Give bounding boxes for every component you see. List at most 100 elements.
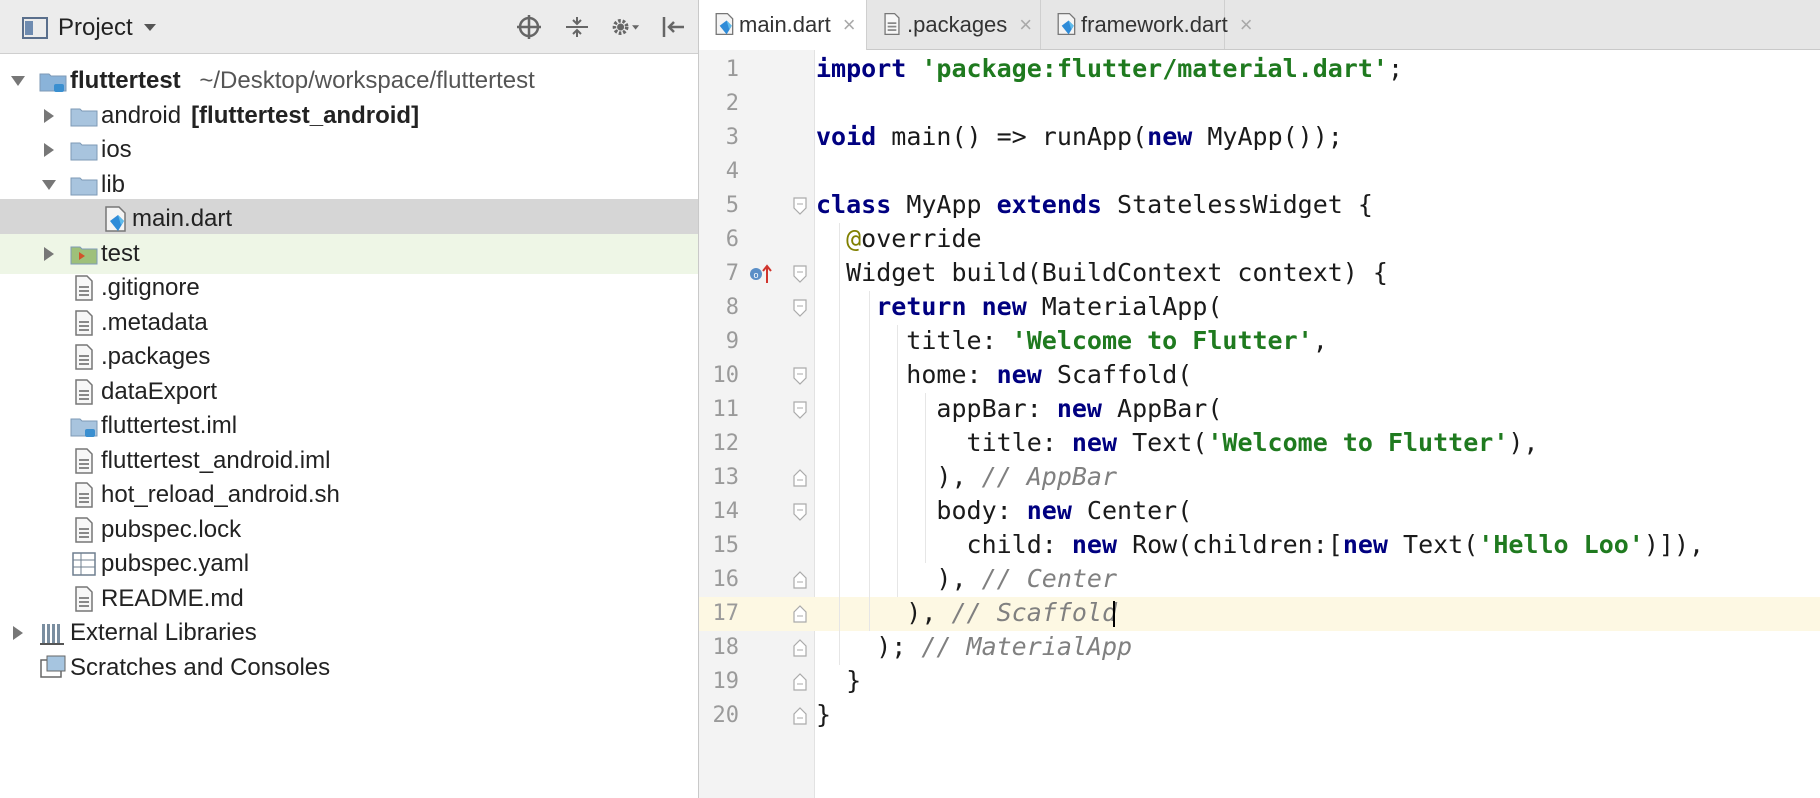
code-line[interactable]: 12 title: new Text('Welcome to Flutter')… <box>699 427 1820 461</box>
fold-close-icon[interactable] <box>793 639 807 657</box>
code-text: import 'package:flutter/material.dart'; <box>816 54 1403 83</box>
crosshair-icon <box>517 15 541 39</box>
code-line[interactable]: 19 } <box>699 665 1820 699</box>
line-number: 6 <box>725 227 739 252</box>
code-token: Text( <box>1387 530 1479 559</box>
test-folder-icon <box>69 239 99 269</box>
expand-right-icon[interactable] <box>41 142 57 158</box>
code-line[interactable]: 9 title: 'Welcome to Flutter', <box>699 325 1820 359</box>
tree-item-name: fluttertest_android.iml <box>101 446 331 474</box>
code-token: 'package:flutter/material.dart' <box>921 54 1388 83</box>
code-line[interactable]: 1 import 'package:flutter/material.dart'; <box>699 53 1820 87</box>
code-text: home: new Scaffold( <box>816 360 1192 389</box>
code-line[interactable]: 8 return new MaterialApp( <box>699 291 1820 325</box>
collapse-all-button[interactable] <box>562 12 592 42</box>
line-number: 8 <box>725 295 739 320</box>
fold-open-icon[interactable] <box>793 265 807 283</box>
locate-file-button[interactable] <box>514 12 544 42</box>
tree-item-label: fluttertest.iml <box>101 412 237 440</box>
module-folder-icon <box>38 66 68 96</box>
code-token: new <box>1071 530 1118 559</box>
code-text: ); // MaterialApp <box>816 632 1132 661</box>
tree-item-name: .gitignore <box>101 274 200 301</box>
settings-button[interactable] <box>610 12 640 42</box>
file-icon <box>69 584 99 614</box>
fold-close-icon[interactable] <box>793 605 807 623</box>
expand-down-icon[interactable] <box>41 177 57 193</box>
tree-item-label: fluttertest ~/Desktop/workspace/fluttert… <box>70 67 535 95</box>
tab-main-dart[interactable]: main.dart × <box>699 0 867 50</box>
fold-open-icon[interactable] <box>793 401 807 419</box>
editor-tabs: main.dart × .packages × framework.dart × <box>699 0 1820 50</box>
fold-open-icon[interactable] <box>793 503 807 521</box>
code-token: AppBar( <box>1101 394 1223 423</box>
code-token: Widget build(BuildContext context) { <box>816 258 1388 287</box>
expand-right-icon[interactable] <box>41 108 57 124</box>
project-view-selector[interactable]: Project <box>22 13 157 43</box>
tree-item-scratches-and-consoles[interactable]: Scratches and Consoles <box>0 648 698 688</box>
close-tab-icon[interactable]: × <box>843 12 856 38</box>
tab-label: main.dart <box>739 12 831 37</box>
hide-panel-button[interactable] <box>658 12 688 42</box>
code-editor[interactable]: 1 import 'package:flutter/material.dart';… <box>699 50 1820 798</box>
code-text: } <box>816 700 831 729</box>
fold-close-icon[interactable] <box>793 673 807 691</box>
code-line[interactable]: 7 Widget build(BuildContext context) { o <box>699 257 1820 291</box>
fold-open-icon[interactable] <box>793 299 807 317</box>
file-icon <box>69 308 99 338</box>
tree-item-name: dataExport <box>101 377 218 405</box>
expand-right-icon[interactable] <box>41 246 57 262</box>
code-line[interactable]: 14 body: new Center( <box>699 495 1820 529</box>
fold-close-icon[interactable] <box>793 707 807 725</box>
line-number: 19 <box>712 669 740 694</box>
code-line[interactable]: 10 home: new Scaffold( <box>699 359 1820 393</box>
yaml-file-icon <box>69 549 99 579</box>
line-number: 7 <box>725 261 739 286</box>
tree-item-label: External Libraries <box>70 619 257 647</box>
overrides-method-icon[interactable]: o <box>749 264 775 284</box>
code-line[interactable]: 15 child: new Row(children:[new Text('He… <box>699 529 1820 563</box>
close-tab-icon[interactable]: × <box>1240 12 1253 38</box>
code-line[interactable]: 3 void main() => runApp(new MyApp()); <box>699 121 1820 155</box>
fold-close-icon[interactable] <box>793 469 807 487</box>
tree-item-name: ios <box>101 136 132 163</box>
fold-open-icon[interactable] <box>793 367 807 385</box>
code-line[interactable]: 16 ), // Center <box>699 563 1820 597</box>
code-token: // MaterialApp <box>921 632 1133 661</box>
line-number: 17 <box>712 601 740 626</box>
expand-right-icon[interactable] <box>10 625 26 641</box>
code-line[interactable]: 17 ), // Scaffold <box>699 597 1820 631</box>
code-line[interactable]: 13 ), // AppBar <box>699 461 1820 495</box>
tree-item-label: hot_reload_android.sh <box>101 481 340 509</box>
code-token: } <box>816 666 862 695</box>
code-token: Text( <box>1117 428 1208 457</box>
file-icon <box>69 515 99 545</box>
code-text: class MyApp extends StatelessWidget { <box>816 190 1373 219</box>
expand-down-icon[interactable] <box>10 73 26 89</box>
code-line[interactable]: 18 ); // MaterialApp <box>699 631 1820 665</box>
code-token: )]), <box>1643 530 1705 559</box>
code-text: ), // Scaffold <box>816 598 1117 627</box>
code-token: appBar: <box>816 394 1057 423</box>
fold-close-icon[interactable] <box>793 571 807 589</box>
tab-framework-dart[interactable]: framework.dart × <box>1041 0 1253 49</box>
code-line[interactable]: 4 <box>699 155 1820 189</box>
tree-item-label: fluttertest_android.iml <box>101 447 330 475</box>
close-tab-icon[interactable]: × <box>1019 12 1032 38</box>
code-line[interactable]: 5 class MyApp extends StatelessWidget { <box>699 189 1820 223</box>
code-line[interactable]: 20} <box>699 699 1820 733</box>
code-line[interactable]: 6 @override <box>699 223 1820 257</box>
code-text: title: 'Welcome to Flutter', <box>816 326 1327 355</box>
line-number: 13 <box>712 465 740 490</box>
code-line[interactable]: 2 <box>699 87 1820 121</box>
code-text: } <box>816 666 861 695</box>
line-number: 18 <box>712 635 740 660</box>
code-token: return <box>876 292 967 321</box>
project-panel-title: Project <box>58 14 133 41</box>
tab-packages[interactable]: .packages × <box>867 0 1041 49</box>
folder-icon <box>69 135 99 165</box>
line-number: 5 <box>725 193 739 218</box>
fold-open-icon[interactable] <box>793 197 807 215</box>
code-line[interactable]: 11 appBar: new AppBar( <box>699 393 1820 427</box>
